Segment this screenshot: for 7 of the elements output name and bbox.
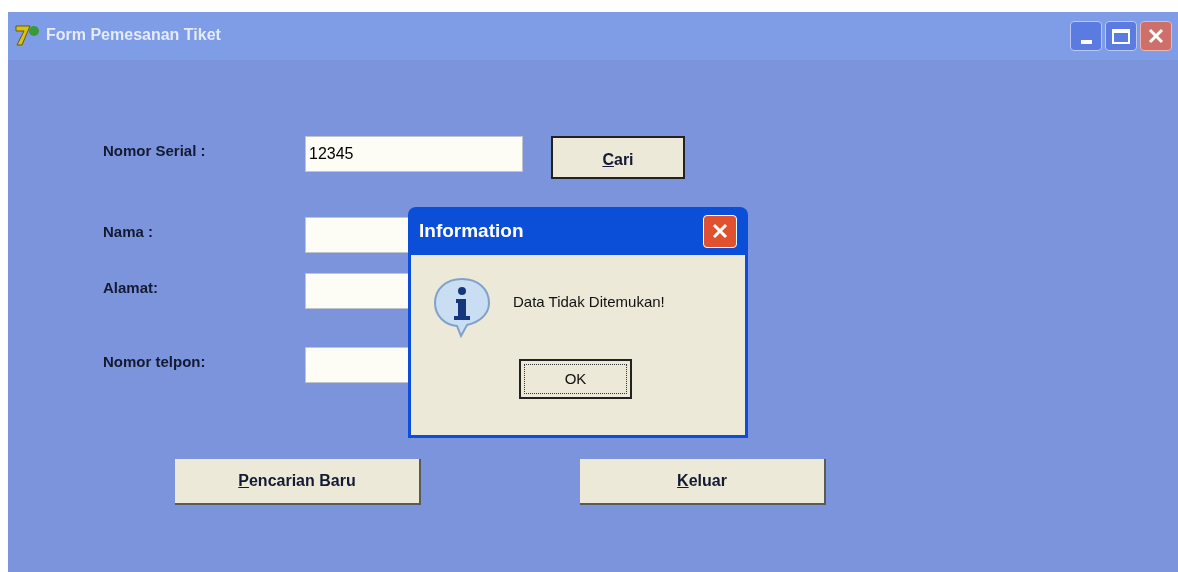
dialog-message: Data Tidak Ditemukan! (513, 292, 665, 312)
window-title: Form Pemesanan Tiket (46, 25, 221, 45)
dialog-title: Information (419, 218, 524, 243)
field-label: Nomor Serial : (103, 141, 207, 161)
field-label: Alamat: (103, 278, 159, 298)
field-label: Nama : (103, 222, 155, 242)
field-label: Nomor telpon: (103, 352, 207, 372)
